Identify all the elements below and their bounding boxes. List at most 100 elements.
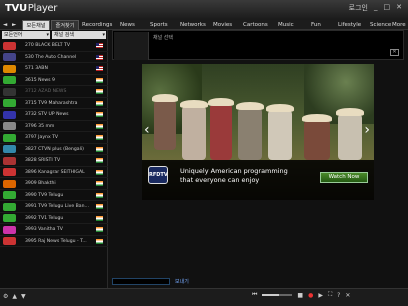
- channel-list-item[interactable]: 3715 TV9 Maharashtra: [0, 98, 108, 109]
- country-flag-icon: [96, 89, 103, 94]
- category-navbar: ◄ ► 모든채널 즐겨찾기 Recordings News Sports Net…: [0, 20, 408, 30]
- minimize-button[interactable]: _: [374, 3, 378, 13]
- video-person: [304, 120, 330, 160]
- channel-list-item[interactable]: 3797 Jaynx TV: [0, 132, 108, 144]
- stop-icon[interactable]: ■: [297, 292, 303, 299]
- channel-list-item[interactable]: 3991 TV9 Telugu Live Ban...: [0, 201, 108, 213]
- video-hat: [336, 108, 364, 116]
- channel-logo-icon: [3, 156, 16, 165]
- nav-music[interactable]: Music: [278, 20, 294, 30]
- country-flag-icon: [96, 181, 103, 186]
- nav-movies[interactable]: Movies: [213, 20, 232, 30]
- previous-slide-icon[interactable]: ‹: [144, 122, 150, 138]
- channel-name: 3796 35 mm: [25, 123, 55, 129]
- country-flag-icon: [96, 54, 103, 60]
- channel-list-item[interactable]: 3732 STV UP News: [0, 109, 108, 121]
- tab-favorites[interactable]: 즐겨찾기: [51, 20, 79, 30]
- country-flag-icon: [96, 112, 103, 117]
- channel-list-item[interactable]: 571 3ABN: [0, 63, 108, 75]
- channel-filters: 모든언어 ▾ 채널 검색 ▾: [2, 31, 106, 39]
- country-flag-icon: [96, 158, 103, 163]
- channel-logo-icon: [3, 110, 16, 119]
- channel-name: 3732 STV UP News: [25, 112, 69, 117]
- video-hat: [266, 104, 294, 112]
- video-hat: [208, 98, 234, 106]
- channel-list-item[interactable]: 3990 TV9 Telugu: [0, 190, 108, 201]
- channel-logo-icon: [3, 191, 16, 199]
- play-icon[interactable]: ▶: [318, 292, 323, 299]
- country-flag-icon: [96, 100, 103, 106]
- channel-logo-icon: [3, 145, 16, 153]
- scroll-up-icon[interactable]: ▲: [12, 293, 17, 300]
- nav-news[interactable]: News: [120, 20, 135, 30]
- channel-thumbnail: [114, 32, 149, 60]
- watch-now-button[interactable]: Watch Now: [320, 172, 368, 183]
- nav-cartoons[interactable]: Cartoons: [243, 20, 268, 30]
- channel-name: 530 The Auto Channel: [25, 54, 77, 60]
- country-flag-icon: [96, 204, 103, 209]
- video-player[interactable]: ‹ › RFDTV Uniquely American programming …: [142, 64, 374, 200]
- help-icon[interactable]: ?: [337, 292, 340, 299]
- tvu-player-window: TVUPlayer 로그인 _ □ ✕ ◄ ► 모든채널 즐겨찾기 Record…: [0, 0, 408, 306]
- previous-icon[interactable]: ⏮: [252, 291, 257, 299]
- channel-list-item[interactable]: 3993 Vanitha TV: [0, 224, 108, 236]
- video-hat: [180, 100, 208, 108]
- channel-search-value: 채널 검색: [54, 32, 74, 38]
- channel-name: 3615 News 9: [25, 77, 55, 83]
- volume-slider[interactable]: [262, 294, 293, 296]
- channel-name: 3797 Jaynx TV: [25, 135, 59, 140]
- channel-list-item[interactable]: 3992 TV1 Telugu: [0, 213, 108, 224]
- channel-list-item[interactable]: 530 The Auto Channel: [0, 52, 108, 63]
- channel-logo-icon: [3, 76, 16, 84]
- settings-gear-icon[interactable]: ⚙: [3, 293, 8, 300]
- back-arrow-icon[interactable]: ◄: [3, 20, 7, 30]
- channel-list-item[interactable]: 3712 AZAD NEWS: [0, 86, 108, 98]
- channel-name: 3828 SRISTI TV: [25, 158, 61, 163]
- nav-networks[interactable]: Networks: [180, 20, 206, 30]
- channel-name: 3909 Bhakthi: [25, 181, 56, 186]
- nav-recordings[interactable]: Recordings: [82, 20, 112, 30]
- video-person: [338, 114, 362, 160]
- country-flag-icon: [96, 238, 103, 244]
- country-flag-icon: [96, 66, 103, 71]
- channel-list-item[interactable]: 3909 Bhakthi: [0, 178, 108, 190]
- record-icon[interactable]: ●: [308, 292, 313, 299]
- channel-list-item[interactable]: 3615 News 9: [0, 75, 108, 86]
- channel-name: 3715 TV9 Maharashtra: [25, 100, 78, 106]
- channel-list-item[interactable]: 270 BLACK BELT TV: [0, 40, 108, 52]
- exit-icon[interactable]: ✕: [345, 292, 350, 299]
- maximize-button[interactable]: □: [384, 3, 391, 13]
- ad-line-2: that everyone can enjoy: [180, 176, 260, 184]
- tab-all-channels[interactable]: 모든채널: [22, 20, 50, 30]
- next-slide-icon[interactable]: ›: [364, 122, 370, 138]
- chat-send-button[interactable]: 보내기: [175, 278, 189, 285]
- video-person: [268, 110, 292, 160]
- channel-name: 571 3ABN: [25, 66, 48, 71]
- channel-search-dropdown[interactable]: 채널 검색 ▾: [52, 31, 106, 39]
- nav-science[interactable]: Science: [370, 20, 391, 30]
- chat-input[interactable]: [112, 278, 170, 285]
- nav-sports[interactable]: Sports: [150, 20, 168, 30]
- channel-list-item[interactable]: 3796 35 mm: [0, 121, 108, 132]
- ad-line-1: Uniquely American programming: [180, 167, 288, 175]
- close-info-icon[interactable]: ✕: [390, 49, 399, 56]
- channel-name: 3993 Vanitha TV: [25, 227, 63, 232]
- nav-lifestyle[interactable]: Lifestyle: [338, 20, 361, 30]
- channel-logo-icon: [3, 87, 16, 96]
- channel-logo-icon: [3, 41, 16, 50]
- channel-logo-icon: [3, 179, 16, 188]
- channel-list-item[interactable]: 3828 SRISTI TV: [0, 155, 108, 167]
- forward-arrow-icon[interactable]: ►: [12, 20, 16, 30]
- channel-name: 3990 TV9 Telugu: [25, 192, 64, 198]
- close-button[interactable]: ✕: [396, 3, 402, 13]
- channel-list-item[interactable]: 3995 Raj News Telugu - T...: [0, 236, 108, 247]
- login-button[interactable]: 로그인: [349, 3, 368, 13]
- language-dropdown[interactable]: 모든언어 ▾: [2, 31, 50, 39]
- language-dropdown-value: 모든언어: [4, 32, 23, 38]
- nav-more[interactable]: More: [392, 20, 406, 30]
- channel-list-item[interactable]: 3827 CTVN plus (Bengali): [0, 144, 108, 155]
- fullscreen-icon[interactable]: ⛶: [328, 291, 332, 299]
- nav-fun[interactable]: Fun: [311, 20, 321, 30]
- channel-list-item[interactable]: 3896 Kanagrar SEITHIGAL: [0, 167, 108, 178]
- scroll-down-icon[interactable]: ▼: [21, 293, 26, 300]
